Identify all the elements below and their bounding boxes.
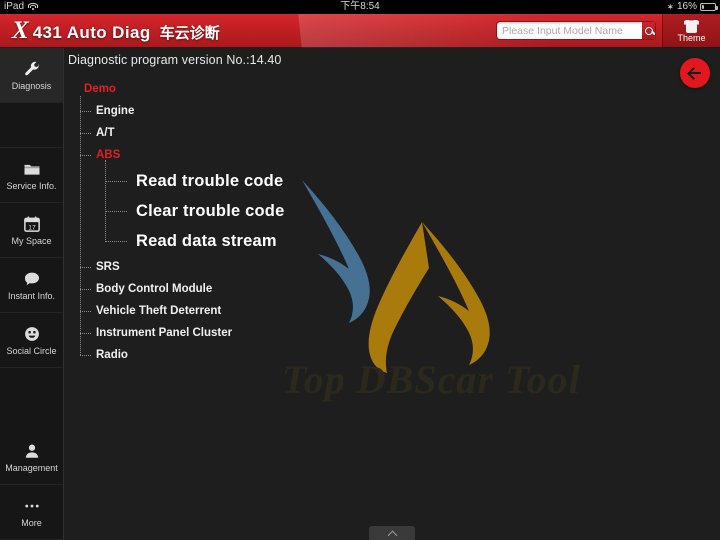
sidebar-item-management[interactable]: Management xyxy=(0,430,63,485)
battery-percent-label: 16% xyxy=(676,1,697,12)
sidebar-item-label: Social Circle xyxy=(6,345,57,356)
tree-children: Engine A/T ABS Read trouble code Clear t xyxy=(74,96,720,366)
bottom-drawer-handle[interactable] xyxy=(369,526,415,540)
status-bar-clock: 下午8:54 xyxy=(340,1,380,12)
app-logo: X 431 Auto Diag 车云诊断 xyxy=(12,18,220,43)
sidebar-item-social-circle[interactable]: Social Circle xyxy=(0,313,63,368)
smiley-icon xyxy=(24,326,39,341)
sidebar-item-label: More xyxy=(21,517,42,528)
search-input[interactable] xyxy=(497,22,642,39)
ios-status-bar: iPad 下午8:54 ✶ 16% xyxy=(0,0,720,14)
tree-item-label: Clear trouble code xyxy=(136,201,285,220)
tree-item-label: Engine xyxy=(96,105,135,117)
search-button[interactable] xyxy=(642,22,655,39)
tree-item-label: Instrument Panel Cluster xyxy=(96,327,233,339)
search-box[interactable] xyxy=(496,21,656,40)
wrench-icon xyxy=(24,61,39,75)
bluetooth-icon: ✶ xyxy=(666,2,674,12)
sidebar-bottom-group: Management More xyxy=(0,430,63,540)
person-icon xyxy=(25,444,38,458)
tree-item-label: SRS xyxy=(96,261,120,273)
tree-item-at[interactable]: A/T xyxy=(80,122,720,144)
theme-button-label: Theme xyxy=(677,32,706,43)
tree-item-label: Radio xyxy=(96,349,128,361)
ellipsis-icon xyxy=(24,504,39,507)
chevron-up-icon xyxy=(388,529,397,538)
diagnostic-tree: Demo Engine A/T ABS Read trouble code Cl… xyxy=(74,78,720,366)
sidebar-item-instant-info[interactable]: Instant Info. xyxy=(0,258,63,313)
tree-item-label: A/T xyxy=(96,127,115,139)
tree-item-clear-trouble-code[interactable]: Clear trouble code xyxy=(105,196,720,226)
tree-item-label: Read data stream xyxy=(136,231,277,250)
program-version-label: Diagnostic program version No.:14.40 xyxy=(68,53,282,67)
app-header: X 431 Auto Diag 车云诊断 Theme xyxy=(0,14,720,48)
tree-item-radio[interactable]: Radio xyxy=(80,344,720,366)
logo-title-cn: 车云诊断 xyxy=(159,25,220,42)
status-bar-right: ✶ 16% xyxy=(666,0,718,14)
tree-item-label: ABS xyxy=(96,149,121,161)
sidebar-item-more[interactable]: More xyxy=(0,485,63,540)
tree-item-read-trouble-code[interactable]: Read trouble code xyxy=(105,166,720,196)
tree-item-srs[interactable]: SRS xyxy=(80,256,720,278)
left-sidebar: Diagnosis Service Info. 17 My Space Inst… xyxy=(0,48,64,540)
sidebar-item-diagnosis[interactable]: Diagnosis xyxy=(0,48,63,103)
tree-item-label: Demo xyxy=(84,83,116,95)
search-icon xyxy=(644,26,653,35)
tree-item-label: Vehicle Theft Deterrent xyxy=(96,305,222,317)
speech-bubble-icon xyxy=(24,272,39,285)
app-window: iPad 下午8:54 ✶ 16% X 431 Auto Diag 车云诊断 T… xyxy=(0,0,720,540)
sidebar-item-my-space[interactable]: 17 My Space xyxy=(0,203,63,258)
folder-icon xyxy=(24,164,39,175)
sidebar-item-label: Management xyxy=(5,462,58,473)
tree-item-vehicle-theft-deterrent[interactable]: Vehicle Theft Deterrent xyxy=(80,300,720,322)
battery-icon xyxy=(700,3,718,11)
tree-item-demo[interactable]: Demo xyxy=(74,78,720,100)
sidebar-item-label: Service Info. xyxy=(6,180,57,191)
theme-button[interactable]: Theme xyxy=(662,14,720,48)
tshirt-icon xyxy=(684,20,699,33)
tree-grandchildren-abs: Read trouble code Clear trouble code Rea… xyxy=(96,160,720,256)
calendar-icon: 17 xyxy=(23,216,40,232)
tree-item-label: Read trouble code xyxy=(136,171,284,190)
sidebar-item-service-info[interactable]: Service Info. xyxy=(0,148,63,203)
main-content: Diagnostic program version No.:14.40 Top… xyxy=(64,48,720,540)
svg-text:17: 17 xyxy=(28,224,36,231)
sidebar-item-label: Diagnosis xyxy=(11,80,52,91)
tree-item-instrument-panel-cluster[interactable]: Instrument Panel Cluster xyxy=(80,322,720,344)
sidebar-item-label: Instant Info. xyxy=(7,290,56,301)
sidebar-spacer xyxy=(0,103,63,148)
tree-item-abs[interactable]: ABS xyxy=(80,144,720,166)
tree-item-label: Body Control Module xyxy=(96,283,213,295)
tree-item-read-data-stream[interactable]: Read data stream xyxy=(105,226,720,256)
logo-title-en: 431 Auto Diag xyxy=(32,23,151,42)
logo-x-mark: X xyxy=(12,17,29,44)
sidebar-item-label: My Space xyxy=(11,235,52,246)
tree-item-engine[interactable]: Engine xyxy=(80,100,720,122)
tree-root-node: Demo Engine A/T ABS Read trouble code Cl… xyxy=(74,78,720,366)
tree-item-body-control-module[interactable]: Body Control Module xyxy=(80,278,720,300)
